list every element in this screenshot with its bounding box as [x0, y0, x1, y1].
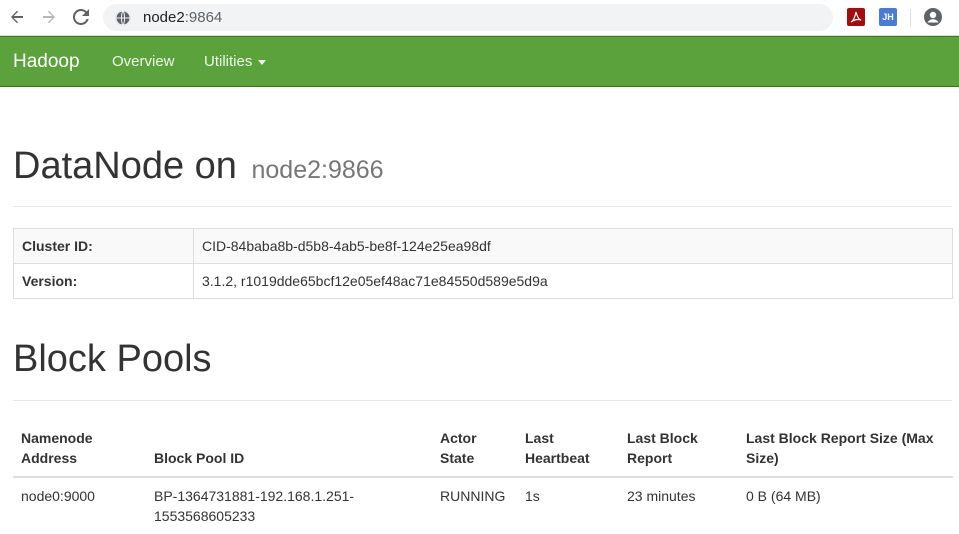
jh-extension-icon[interactable]: JH — [879, 8, 897, 26]
hadoop-navbar: Hadoop Overview Utilities — [0, 36, 959, 87]
url-text: node2:9864 — [143, 9, 222, 26]
info-key: Version: — [13, 263, 194, 299]
nav-utilities-label: Utilities — [204, 53, 253, 70]
column-header: Actor State — [432, 420, 517, 478]
block-pools-heading: Block Pools — [13, 338, 212, 380]
nav-overview-link[interactable]: Overview — [112, 53, 175, 70]
table-header-row: Namenode Address Block Pool ID Actor Sta… — [13, 420, 953, 478]
column-header: Last Block Report Size (Max Size) — [738, 420, 953, 478]
nav-utilities-dropdown[interactable]: Utilities — [204, 53, 267, 70]
page-title-text: DataNode on — [13, 145, 237, 187]
url-port: :9864 — [184, 9, 223, 26]
cell-last-block-report-size: 0 B (64 MB) — [746, 488, 821, 504]
toolbar-separator — [910, 9, 911, 26]
info-key: Cluster ID: — [13, 228, 194, 264]
cell-last-block-report: 23 minutes — [627, 488, 696, 504]
arrow-left-icon — [11, 10, 23, 24]
browser-toolbar: node2:9864 JH — [0, 0, 959, 36]
cell-namenode-address: node0:9000 — [21, 488, 95, 504]
info-value: 3.1.2, r1019dde65bcf12e05ef48ac71e84550d… — [193, 263, 953, 299]
table-row: node0:9000 BP-1364731881-192.168.1.251-1… — [13, 477, 953, 534]
table-row: Cluster ID: CID-84baba8b-d5b8-4ab5-be8f-… — [13, 228, 953, 264]
address-bar[interactable]: node2:9864 — [103, 4, 833, 31]
back-button[interactable] — [4, 5, 30, 29]
account-circle-icon[interactable] — [923, 7, 943, 27]
jh-extension-label: JH — [882, 12, 894, 22]
pdf-extension-icon[interactable] — [847, 8, 865, 26]
cell-actor-state: RUNNING — [440, 488, 506, 504]
column-header: Last Block Report — [619, 420, 738, 478]
url-host: node2 — [143, 9, 185, 26]
info-value: CID-84baba8b-d5b8-4ab5-be8f-124e25ea98df — [193, 228, 953, 264]
page-title-host: node2:9866 — [251, 156, 384, 184]
column-header: Namenode Address — [13, 420, 146, 478]
reload-button[interactable] — [68, 5, 94, 29]
page-title: DataNode on node2:9866 — [13, 145, 384, 188]
caret-down-icon — [258, 59, 267, 65]
forward-button[interactable] — [36, 5, 62, 29]
cell-block-pool-id: BP-1364731881-192.168.1.251-155356860523… — [154, 488, 355, 524]
column-header: Block Pool ID — [146, 420, 432, 478]
column-header: Last Heartbeat — [517, 420, 619, 478]
globe-icon — [115, 10, 131, 26]
table-row: Version: 3.1.2, r1019dde65bcf12e05ef48ac… — [13, 263, 953, 299]
arrow-right-icon — [43, 10, 55, 24]
datanode-info-table: Cluster ID: CID-84baba8b-d5b8-4ab5-be8f-… — [13, 228, 953, 299]
block-pools-table: Namenode Address Block Pool ID Actor Sta… — [13, 420, 953, 534]
navbar-brand[interactable]: Hadoop — [13, 51, 80, 73]
divider — [13, 206, 952, 207]
reload-icon — [73, 9, 89, 25]
cell-last-heartbeat: 1s — [525, 488, 540, 504]
divider — [13, 400, 952, 401]
